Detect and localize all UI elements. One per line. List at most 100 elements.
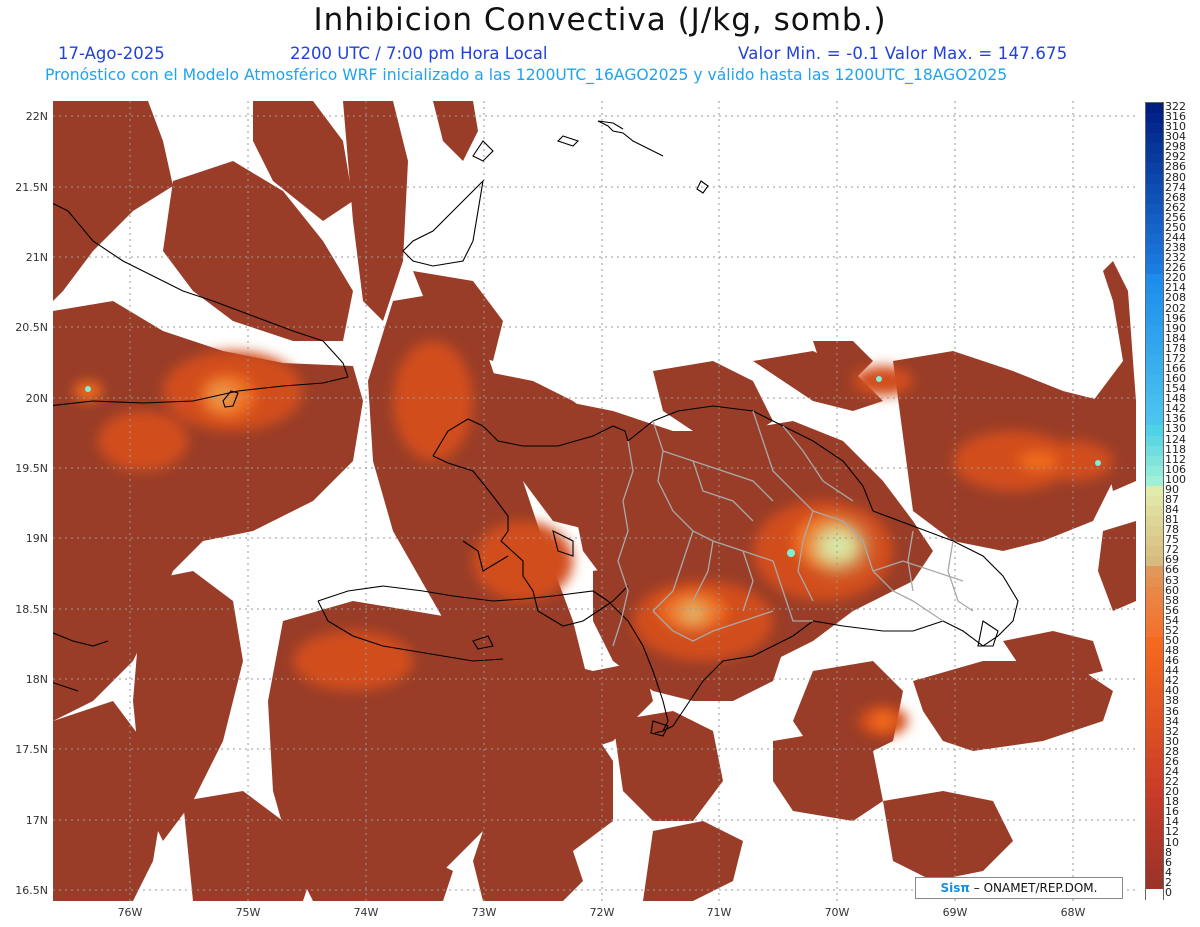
colorbar-band <box>1146 647 1163 658</box>
colorbar-band <box>1146 566 1163 578</box>
colorbar-band <box>1146 223 1163 235</box>
colorbar-band <box>1146 465 1163 477</box>
colorbar-band <box>1146 304 1163 316</box>
colorbar-band <box>1146 707 1163 719</box>
colorbar-legend <box>1145 102 1164 900</box>
colorbar-band <box>1146 717 1163 729</box>
colorbar-band <box>1146 163 1163 175</box>
colorbar-band <box>1146 324 1163 336</box>
colorbar-tick-label: 0 <box>1165 885 1172 899</box>
colorbar-band <box>1146 808 1163 819</box>
colorbar-band <box>1146 445 1163 457</box>
lon-label-68w: 68W <box>1060 906 1086 919</box>
colorbar-band <box>1146 858 1163 870</box>
colorbar-band <box>1146 244 1163 255</box>
colorbar-band <box>1146 616 1163 628</box>
colorbar-band <box>1146 495 1163 507</box>
colorbar-band <box>1146 878 1163 890</box>
colorbar-band <box>1146 334 1163 346</box>
colorbar-band <box>1146 546 1163 557</box>
colorbar-band <box>1146 364 1163 376</box>
colorbar-band <box>1146 576 1163 588</box>
colorbar-band <box>1146 778 1163 789</box>
credit-box: Sisπ – ONAMET/REP.DOM. <box>915 877 1123 899</box>
lat-label-16-5n: 16.5N <box>15 884 48 897</box>
colorbar-band <box>1146 395 1163 406</box>
colorbar-band <box>1146 536 1163 547</box>
colorbar-band <box>1146 153 1163 165</box>
colorbar-band <box>1146 193 1163 205</box>
min-max-label: Valor Min. = -0.1 Valor Max. = 147.675 <box>738 44 1068 63</box>
colorbar-band <box>1146 103 1163 114</box>
colorbar-band <box>1146 385 1163 396</box>
colorbar-band <box>1146 425 1163 437</box>
colorbar-band <box>1146 415 1163 427</box>
colorbar-band <box>1146 344 1163 356</box>
lat-label-20-5n: 20.5N <box>15 321 48 334</box>
colorbar-band <box>1146 637 1163 648</box>
colorbar-band <box>1146 506 1163 517</box>
colorbar-labels: 322 316 310 304 298 292 286 280 274 268 262 256 250 2… <box>1165 101 1200 899</box>
map-title: Inhibicion Convectiva (J/kg, somb.) <box>313 2 887 38</box>
colorbar-band <box>1146 687 1163 699</box>
lon-label-75w: 75W <box>235 906 261 919</box>
colorbar-band <box>1146 233 1163 245</box>
lat-label-20n: 20N <box>25 392 48 405</box>
lat-label-18n: 18N <box>25 673 48 686</box>
colorbar-band <box>1146 737 1163 749</box>
cin-map <box>53 101 1136 901</box>
colorbar-band <box>1146 586 1163 598</box>
colorbar-band <box>1146 173 1163 185</box>
colorbar-band <box>1146 375 1163 386</box>
colorbar-band <box>1146 274 1163 285</box>
colorbar-band <box>1146 667 1163 678</box>
date-label: 17-Ago-2025 <box>58 44 165 63</box>
colorbar-band <box>1146 768 1163 779</box>
lat-label-21n: 21N <box>25 251 48 264</box>
colorbar-band <box>1146 203 1163 215</box>
colorbar-band <box>1146 294 1163 306</box>
colorbar-band <box>1146 626 1163 638</box>
colorbar-band <box>1146 314 1163 326</box>
lat-label-21-5n: 21.5N <box>15 181 48 194</box>
credit-text: – ONAMET/REP.DOM. <box>973 881 1098 895</box>
lat-label-19-5n: 19.5N <box>15 462 48 475</box>
lon-label-69w: 69W <box>942 906 968 919</box>
colorbar-band <box>1146 848 1163 860</box>
colorbar-band <box>1146 435 1163 447</box>
lat-label-19n: 19N <box>25 532 48 545</box>
colorbar-band <box>1146 788 1163 799</box>
colorbar-band <box>1146 596 1163 608</box>
colorbar-band <box>1146 868 1163 880</box>
colorbar-band <box>1146 556 1163 568</box>
colorbar-band <box>1146 828 1163 840</box>
lat-label-18-5n: 18.5N <box>15 603 48 616</box>
lon-label-73w: 73W <box>471 906 497 919</box>
colorbar-band <box>1146 757 1163 769</box>
lat-label-17-5n: 17.5N <box>15 743 48 756</box>
colorbar-band <box>1146 183 1163 195</box>
colorbar-band <box>1146 697 1163 709</box>
colorbar-band <box>1146 264 1163 275</box>
colorbar-band <box>1146 213 1163 225</box>
lat-label-22n: 22N <box>25 110 48 123</box>
sispi-logo: Sisπ <box>940 881 970 895</box>
forecast-label: Pronóstico con el Modelo Atmosférico WRF… <box>45 66 1008 84</box>
time-label: 2200 UTC / 7:00 pm Hora Local <box>290 44 548 63</box>
colorbar-band <box>1146 798 1163 809</box>
colorbar-band <box>1146 516 1163 527</box>
colorbar-band <box>1146 475 1163 487</box>
colorbar-band <box>1146 838 1163 850</box>
colorbar-band <box>1146 747 1163 759</box>
colorbar-band <box>1146 123 1163 134</box>
colorbar-band <box>1146 113 1163 124</box>
map-plot-area <box>53 101 1136 901</box>
lon-label-74w: 74W <box>353 906 379 919</box>
colorbar-band <box>1146 818 1163 830</box>
lon-label-70w: 70W <box>824 906 850 919</box>
colorbar-band <box>1146 254 1163 265</box>
colorbar-band <box>1146 677 1163 688</box>
colorbar-band <box>1146 727 1163 739</box>
colorbar-band <box>1146 284 1163 296</box>
colorbar-band <box>1146 888 1163 900</box>
